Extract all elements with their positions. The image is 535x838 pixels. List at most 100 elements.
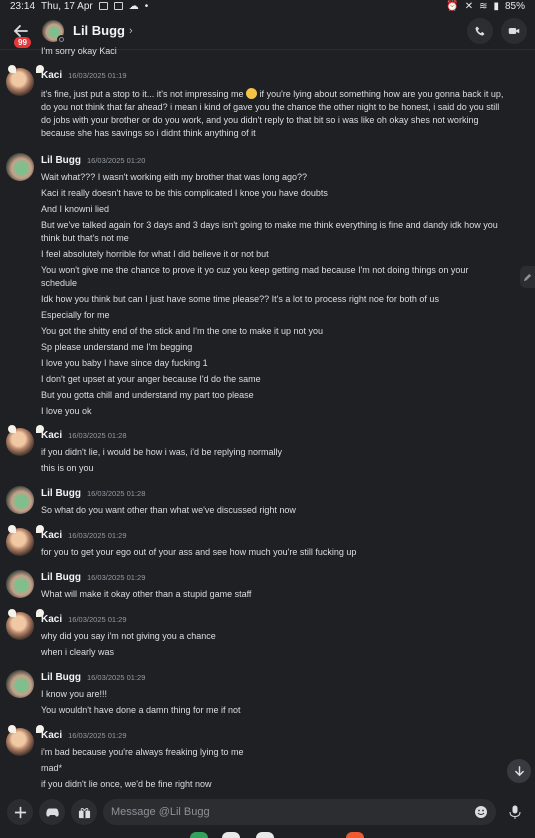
bow-decoration-icon xyxy=(8,725,44,735)
back-button[interactable]: 99 xyxy=(8,18,34,48)
clock: 23:14 xyxy=(10,0,36,12)
notification-icon xyxy=(98,2,108,10)
microphone-icon xyxy=(509,805,521,819)
video-call-button[interactable] xyxy=(501,17,527,44)
phone-icon xyxy=(475,26,485,35)
avatar[interactable] xyxy=(6,609,34,640)
message-timestamp: 16/03/2025 01:29 xyxy=(68,531,127,540)
avatar[interactable] xyxy=(6,570,34,598)
message-line: I know you are!!! xyxy=(41,689,108,699)
message-author[interactable]: Kaci xyxy=(41,70,62,81)
message-timestamp: 16/03/2025 01:29 xyxy=(68,731,127,740)
bow-decoration-icon xyxy=(8,425,44,435)
emoji-icon[interactable] xyxy=(474,805,488,819)
gift-icon xyxy=(78,807,90,818)
message-author[interactable]: Kaci xyxy=(41,730,62,741)
avatar[interactable] xyxy=(6,670,34,698)
avatar[interactable] xyxy=(42,19,66,44)
arrow-down-icon xyxy=(514,765,524,776)
message-line: I feel absolutely horrible for what I di… xyxy=(41,249,269,259)
dot-icon: • xyxy=(144,0,149,12)
message-timestamp: 16/03/2025 01:29 xyxy=(87,673,146,682)
mute-icon: ✕ xyxy=(464,0,474,12)
message-line: because she has savings so i didnt think… xyxy=(41,128,256,138)
avatar[interactable] xyxy=(6,725,34,756)
message-input[interactable] xyxy=(111,806,474,818)
message-line: I love you ok xyxy=(41,406,92,416)
gift-button[interactable] xyxy=(71,799,97,825)
avatar[interactable] xyxy=(6,425,34,456)
message-line: Wait what??? I wasn't working eith my br… xyxy=(41,172,308,182)
message-line: mad* xyxy=(41,763,63,773)
message-author[interactable]: Kaci xyxy=(41,614,62,625)
plus-icon xyxy=(14,806,26,818)
chevron-right-icon: › xyxy=(129,24,133,37)
signal-icon: ▮ xyxy=(493,0,499,12)
voice-message-button[interactable] xyxy=(502,799,528,825)
offline-status-icon xyxy=(57,34,66,44)
message-list[interactable]: I'm sorry okay Kaci Kaci 16/03/2025 01:1… xyxy=(0,44,535,792)
message-timestamp: 16/03/2025 01:29 xyxy=(68,615,127,624)
message-author[interactable]: Lil Bugg xyxy=(41,488,81,499)
message-timestamp: 16/03/2025 01:20 xyxy=(87,156,146,165)
side-panel-handle[interactable] xyxy=(520,266,535,288)
bow-decoration-icon xyxy=(8,65,44,75)
message-line: You won't give me the chance to prove it… xyxy=(41,265,469,275)
date: Thu, 17 Apr xyxy=(41,0,93,12)
navigation-strip xyxy=(0,829,535,838)
message-line: Sp please understand me I'm begging xyxy=(41,342,193,352)
activities-button[interactable] xyxy=(39,799,65,825)
message-line: for you to get your ego out of your ass … xyxy=(41,547,357,557)
message-line: schedule xyxy=(41,278,78,288)
message-line: But you gotta chill and understand my pa… xyxy=(41,390,254,400)
message-line: why did you say i'm not giving you a cha… xyxy=(41,631,216,641)
gallery-icon xyxy=(113,2,123,10)
message-line: What will make it okay other than a stup… xyxy=(41,589,252,599)
alarm-icon: ⏰ xyxy=(446,0,459,12)
message-line: Especially for me xyxy=(41,310,110,320)
rolling-laughing-emoji-icon xyxy=(246,88,258,99)
cloud-icon: ☁ xyxy=(128,0,139,12)
battery-level: 85% xyxy=(504,0,525,12)
bow-decoration-icon xyxy=(8,525,44,535)
message-line: I don't get upset at your anger because … xyxy=(41,374,261,384)
avatar[interactable] xyxy=(6,486,34,514)
message-line: I'm sorry okay Kaci xyxy=(41,46,117,56)
page-title: Lil Bugg xyxy=(73,23,125,38)
message-line: do jobs with your brother or do you work… xyxy=(41,115,479,125)
message-timestamp: 16/03/2025 01:29 xyxy=(87,573,146,582)
message-line: So what do you want other than what we'v… xyxy=(41,505,296,515)
bow-decoration-icon xyxy=(8,609,44,619)
message-timestamp: 16/03/2025 01:28 xyxy=(87,489,146,498)
voice-call-button[interactable] xyxy=(467,17,493,44)
message-line: i'm bad because you're always freaking l… xyxy=(41,747,244,757)
message-line: do you not think that far ahead? i mean … xyxy=(41,102,500,112)
message-author[interactable]: Lil Bugg xyxy=(41,155,81,166)
channel-title-button[interactable]: Lil Bugg › xyxy=(73,23,133,38)
avatar[interactable] xyxy=(6,525,34,556)
jump-to-present-button[interactable] xyxy=(507,759,531,783)
message-line: this is on you xyxy=(41,463,94,473)
pencil-icon xyxy=(523,273,532,281)
message-line: You got the shitty end of the stick and … xyxy=(41,326,324,336)
add-attachment-button[interactable] xyxy=(7,799,33,825)
message-author[interactable]: Lil Bugg xyxy=(41,672,81,683)
status-bar: 23:14 Thu, 17 Apr ☁ • ⏰ ✕ ≋ ▮ 85% xyxy=(0,0,535,12)
message-line: if you didn't lie once, we'd be fine rig… xyxy=(41,779,212,789)
message-line: I love you baby I have since day fucking… xyxy=(41,358,208,368)
message-author[interactable]: Kaci xyxy=(41,430,62,441)
message-author[interactable]: Lil Bugg xyxy=(41,572,81,583)
message-line: when i clearly was xyxy=(41,647,115,657)
message-composer xyxy=(0,797,535,827)
wifi-icon: ≋ xyxy=(479,0,488,12)
message-line: if you didn't lie, i would be how i was,… xyxy=(41,447,283,457)
message-input-container[interactable] xyxy=(103,799,496,825)
gamepad-icon xyxy=(45,807,59,817)
video-camera-icon xyxy=(508,27,520,34)
message-line: it's fine, just put a stop to it... it's… xyxy=(41,88,504,99)
message-line: But we've talked again for 3 days and 3 … xyxy=(41,220,498,230)
avatar[interactable] xyxy=(6,153,34,181)
message-line: You wouldn't have done a damn thing for … xyxy=(41,705,241,715)
avatar[interactable] xyxy=(6,65,34,96)
message-author[interactable]: Kaci xyxy=(41,530,62,541)
